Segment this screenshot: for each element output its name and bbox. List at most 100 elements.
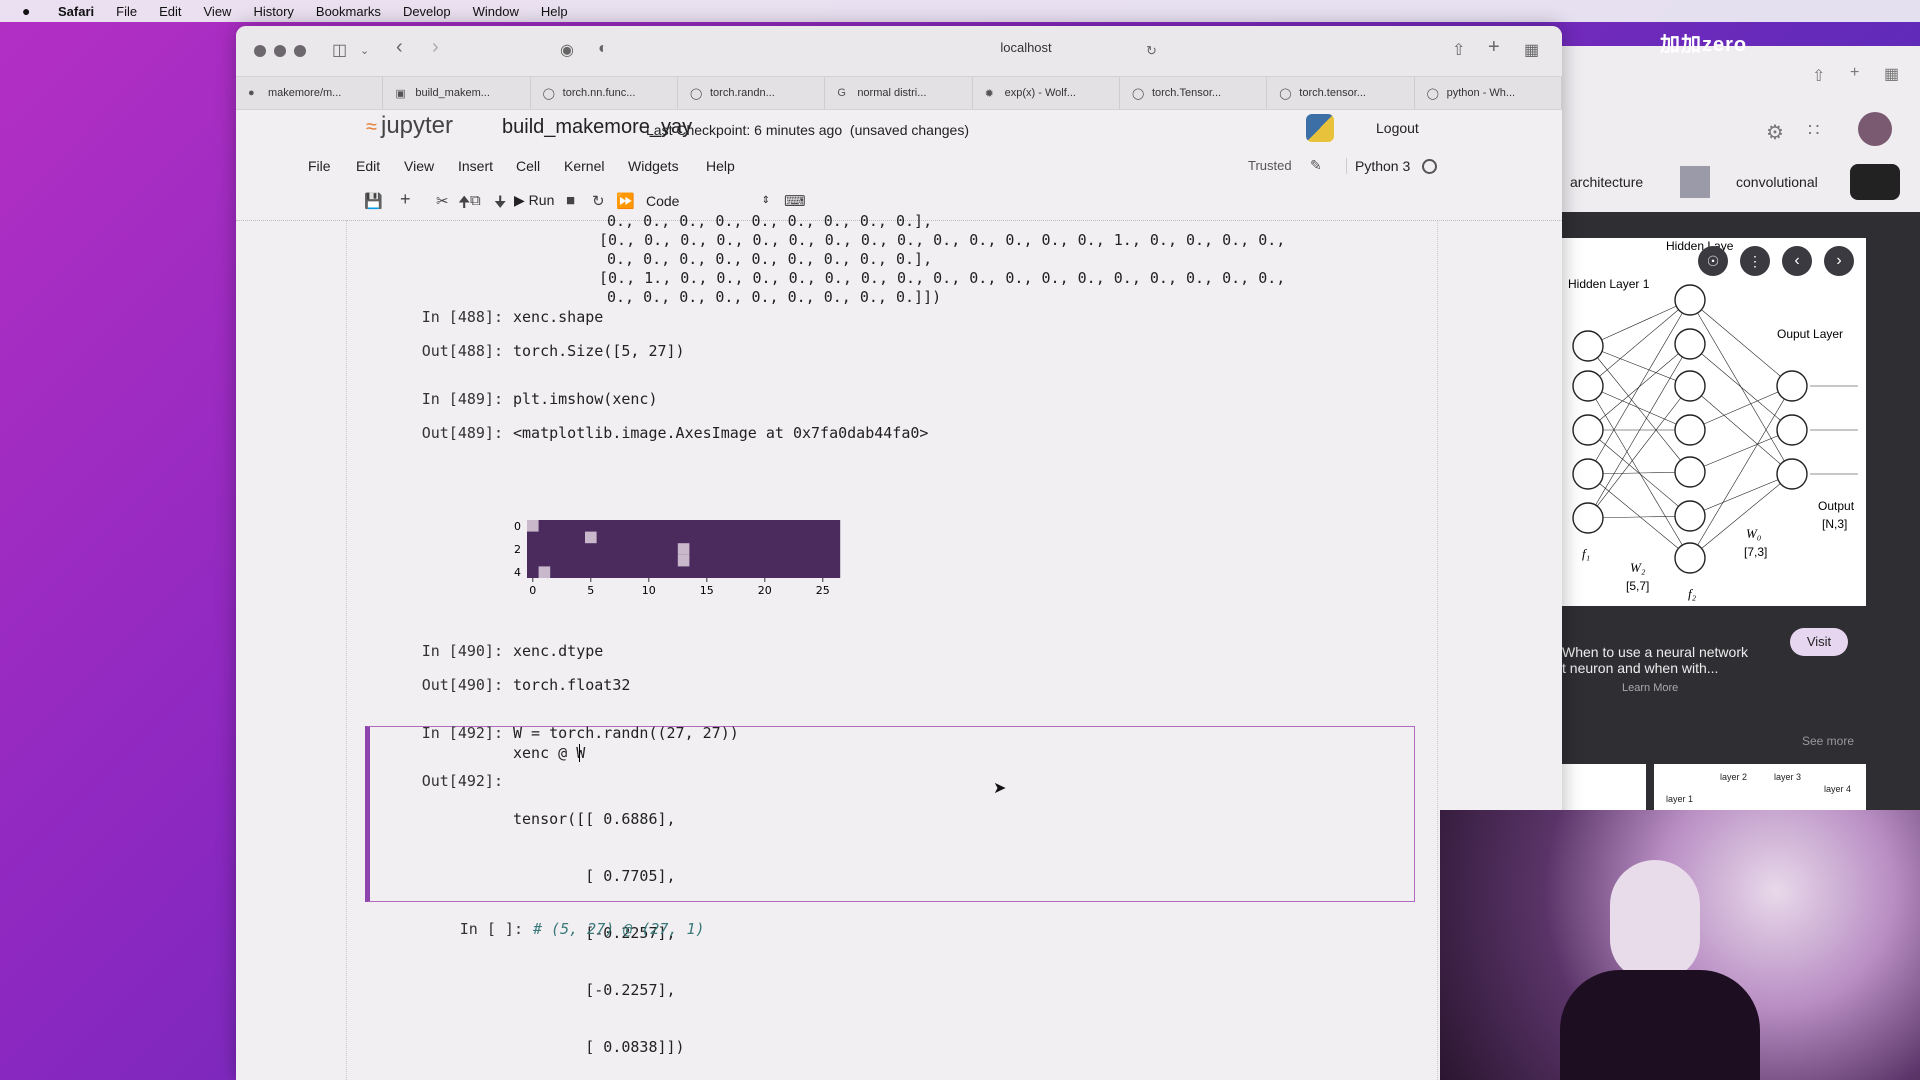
cell-code-line-2[interactable]: xenc @ W	[513, 744, 585, 762]
logout-button[interactable]: Logout	[1376, 120, 1419, 136]
run-button[interactable]: ▶ Run	[514, 192, 554, 209]
tab-python[interactable]: ◯ python - Wh...	[1415, 77, 1562, 109]
jmenu-kernel[interactable]: Kernel	[564, 158, 604, 174]
learn-more-link[interactable]: Learn More	[1562, 682, 1762, 694]
copy-icon[interactable]: ⧉	[470, 192, 481, 209]
tab-overview-icon[interactable]: ▦	[1884, 64, 1899, 84]
x-tick-label: 15	[700, 584, 714, 597]
add-cell-icon[interactable]: +	[400, 189, 411, 210]
jmenu-file[interactable]: File	[308, 158, 331, 174]
tab-torch-tensor[interactable]: ◯ torch.Tensor...	[1120, 77, 1268, 109]
apple-icon[interactable]: ●	[22, 3, 40, 19]
jmenu-insert[interactable]: Insert	[458, 158, 493, 174]
banner-text: 加加zero	[1660, 34, 1748, 56]
tab-torch-tensor-2[interactable]: ◯ torch.tensor...	[1267, 77, 1415, 109]
menu-view[interactable]: View	[204, 4, 232, 19]
tab-label: normal distri...	[857, 87, 927, 99]
pytorch-icon: ◯	[689, 88, 703, 100]
cut-icon[interactable]: ✂	[436, 192, 449, 210]
checkpoint-status: Last Checkpoint: 6 minutes ago (unsaved …	[646, 122, 969, 138]
tab-torch-nn-func[interactable]: ◯ torch.nn.func...	[531, 77, 678, 109]
kernel-status-icon	[1422, 159, 1437, 174]
minimize-window-button[interactable]	[274, 45, 286, 57]
gear-icon[interactable]: ⚙	[1766, 120, 1784, 145]
tab-build-makemore[interactable]: ▣ build_makem...	[383, 77, 531, 109]
share-icon[interactable]: ⇧	[1452, 40, 1465, 60]
back-icon[interactable]: ‹	[396, 36, 403, 59]
related-image-thumb-1[interactable]	[1562, 764, 1646, 812]
new-tab-icon[interactable]: +	[1488, 36, 1500, 59]
jmenu-widgets[interactable]: Widgets	[628, 158, 679, 174]
zoom-window-button[interactable]	[294, 45, 306, 57]
see-more-link[interactable]: See more	[1802, 734, 1854, 748]
presenter-shirt	[1560, 970, 1760, 1080]
share-icon[interactable]: ⇧	[1812, 66, 1825, 86]
move-up-arrow-icon[interactable]: 🠉	[458, 192, 470, 217]
menu-help[interactable]: Help	[541, 4, 568, 19]
visit-button[interactable]: Visit	[1790, 628, 1848, 656]
previous-image-icon[interactable]: ‹	[1782, 246, 1812, 276]
forward-icon[interactable]: ›	[432, 36, 439, 59]
chevron-right-icon[interactable]: ›	[1892, 170, 1899, 193]
cell-type-select[interactable]: Code ⇕	[638, 190, 776, 212]
menu-edit[interactable]: Edit	[159, 4, 181, 19]
menu-history[interactable]: History	[253, 4, 293, 19]
array-line: 0., 0., 0., 0., 0., 0., 0., 0., 0.],	[607, 212, 933, 230]
menu-window[interactable]: Window	[473, 4, 519, 19]
more-options-icon[interactable]: ⋮	[1740, 246, 1770, 276]
kernel-name[interactable]: Python 3	[1346, 158, 1410, 174]
address-bar[interactable]: localhost	[856, 40, 1196, 55]
cell-code[interactable]: xenc.dtype	[513, 642, 603, 660]
chip-architecture[interactable]: architecture	[1570, 174, 1643, 190]
save-icon[interactable]: 💾	[364, 192, 383, 210]
sidebar-toggle-icon[interactable]: ◫	[332, 40, 347, 60]
menu-develop[interactable]: Develop	[403, 4, 451, 19]
wo-dim-label: [7,3]	[1744, 545, 1767, 559]
image-description[interactable]: When to use a neural network t neuron an…	[1562, 644, 1762, 694]
move-down-arrow-icon[interactable]: 🠋	[494, 192, 506, 217]
cell-code[interactable]: plt.imshow(xenc)	[513, 390, 658, 408]
avatar[interactable]	[1858, 112, 1892, 146]
description-line-1: When to use a neural network	[1562, 644, 1748, 660]
chevron-down-icon[interactable]: ⌄	[360, 44, 369, 57]
jmenu-help[interactable]: Help	[706, 158, 735, 174]
new-tab-icon[interactable]: +	[1850, 64, 1859, 82]
tab-overview-icon[interactable]: ▦	[1524, 40, 1539, 60]
presenter-face	[1610, 860, 1700, 980]
related-image-thumb-2[interactable]: layer 1 layer 2 layer 3 layer 4	[1654, 764, 1866, 812]
tab-normal-distri[interactable]: Gnormal distri...	[825, 77, 973, 109]
reader-icon[interactable]: ◐	[598, 40, 608, 58]
tab-wolfram[interactable]: ✹ exp(x) - Wolf...	[973, 77, 1120, 109]
next-image-icon[interactable]: ›	[1824, 246, 1854, 276]
chip-convolutional[interactable]: convolutional	[1736, 174, 1818, 190]
cell-code-comment[interactable]: # (5, 27) @ (27, 1)	[533, 920, 705, 938]
tab-label: python - Wh...	[1446, 87, 1516, 99]
jmenu-cell[interactable]: Cell	[516, 158, 540, 174]
keyboard-icon[interactable]: ⌨	[784, 192, 806, 210]
close-window-button[interactable]	[254, 45, 266, 57]
jmenu-edit[interactable]: Edit	[356, 158, 380, 174]
trusted-indicator[interactable]: Trusted	[1248, 158, 1292, 173]
cell-code[interactable]: xenc.shape	[513, 308, 603, 326]
apps-grid-icon[interactable]: ∷	[1808, 120, 1819, 141]
menu-safari[interactable]: Safari	[58, 4, 94, 19]
reload-icon[interactable]: ↻	[1146, 43, 1157, 59]
cell-code-line-1[interactable]: W = torch.randn((27, 27))	[513, 724, 739, 742]
tab-torch-randn[interactable]: ◯ torch.randn...	[678, 77, 826, 109]
jupyter-logo[interactable]: ≈ jupyter	[366, 112, 453, 140]
menu-bookmarks[interactable]: Bookmarks	[316, 4, 381, 19]
pencil-icon[interactable]: ✎	[1310, 157, 1322, 174]
lens-icon[interactable]: ☉	[1698, 246, 1728, 276]
w2-label: W₂	[1630, 560, 1646, 575]
output-line: [ 0.0838]])	[513, 1038, 685, 1056]
out-prompt: Out[488]:	[421, 342, 503, 360]
privacy-report-icon[interactable]: ◉	[560, 40, 574, 60]
tab-makemore[interactable]: ● makemore/m...	[236, 77, 384, 109]
x-tick-label: 0	[529, 584, 536, 597]
jmenu-view[interactable]: View	[404, 158, 434, 174]
stop-icon[interactable]: ■	[566, 192, 575, 209]
tab-label: torch.Tensor...	[1151, 87, 1222, 99]
restart-run-all-icon[interactable]: ⏩	[616, 192, 635, 210]
menu-file[interactable]: File	[116, 4, 137, 19]
restart-icon[interactable]: ↻	[592, 192, 605, 210]
